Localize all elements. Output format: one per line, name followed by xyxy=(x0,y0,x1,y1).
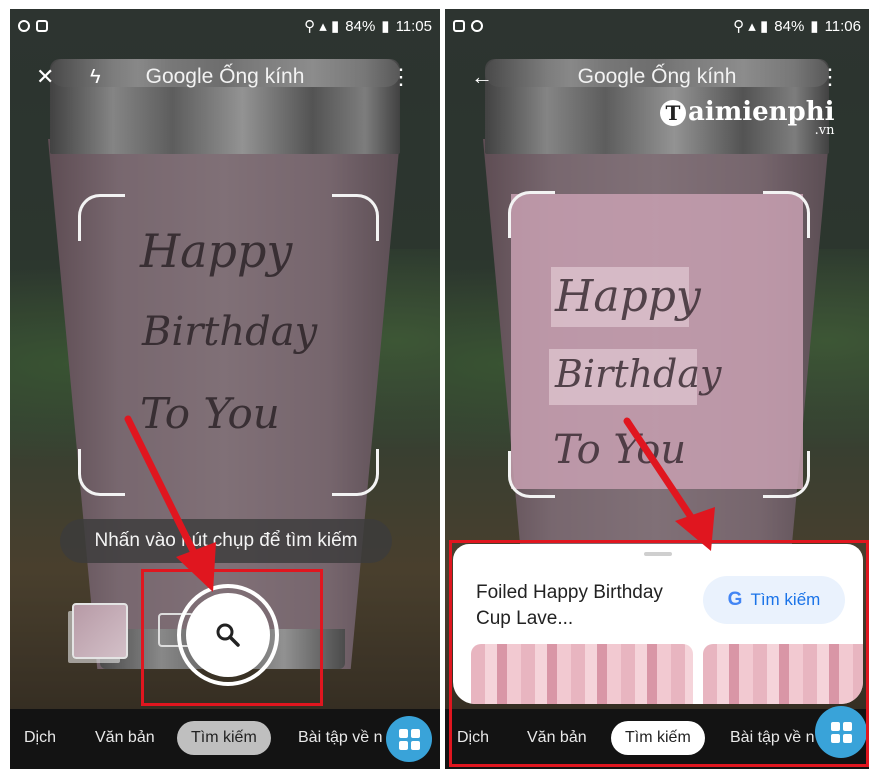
screenshot-left: Happy Birthday To You ⚲ ▴ ▮ 84% ▮ 11:05 … xyxy=(10,9,440,769)
highlight-result-box xyxy=(449,540,869,767)
mode-translate[interactable]: Dịch xyxy=(24,721,56,755)
apps-grid-button[interactable] xyxy=(386,716,432,762)
mode-homework[interactable]: Bài tập về n xyxy=(298,721,383,755)
mode-search[interactable]: Tìm kiếm xyxy=(177,721,271,755)
mode-text[interactable]: Văn bản xyxy=(95,721,155,755)
grid-icon xyxy=(398,728,420,750)
mode-bar: Dịch Văn bản Tìm kiếm Bài tập về n xyxy=(10,709,440,769)
screenshot-right: Happy Birthday To You ⚲ ▴ ▮ 84% ▮ 11:06 … xyxy=(445,9,869,769)
annotation-arrow xyxy=(124,415,216,592)
